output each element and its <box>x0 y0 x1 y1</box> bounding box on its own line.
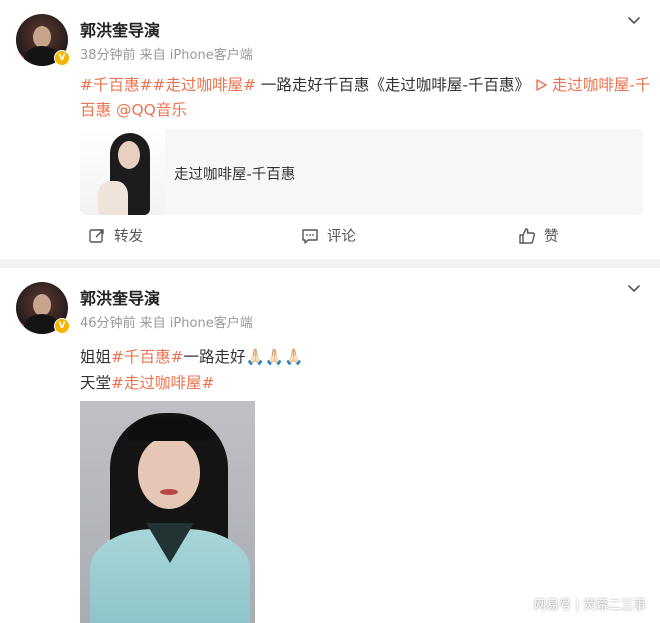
verified-badge-icon: V <box>54 318 70 334</box>
hashtag-link[interactable]: #千百惠# <box>80 76 152 94</box>
mention-link[interactable]: @QQ音乐 <box>111 101 187 119</box>
post-meta: 38分钟前 来自 iPhone客户端 <box>80 48 253 63</box>
comment-button[interactable]: 评论 <box>301 225 356 246</box>
post-text-line-2: 百惠 @QQ音乐 <box>80 98 187 120</box>
music-link[interactable]: 走过咖啡屋-千 <box>530 76 651 94</box>
music-card-title: 走过咖啡屋-千百惠 <box>174 167 296 183</box>
chevron-down-icon[interactable] <box>626 280 642 296</box>
post-meta: 46分钟前 来自 iPhone客户端 <box>80 316 253 331</box>
post-text: 一路走好 <box>183 348 246 366</box>
hashtag-link[interactable]: #走过咖啡屋# <box>152 76 255 94</box>
weibo-post-1: V 郭洪奎导演 38分钟前 来自 iPhone客户端 #千百惠##走过咖啡屋# … <box>0 0 660 259</box>
like-button[interactable]: 赞 <box>518 225 559 246</box>
verified-badge-icon: V <box>54 50 70 66</box>
play-triangle-icon <box>536 79 547 91</box>
hashtag-link[interactable]: #千百惠# <box>111 348 183 366</box>
post-text-line-2: 天堂#走过咖啡屋# <box>80 371 215 393</box>
repost-label: 转发 <box>114 229 143 245</box>
repost-icon <box>89 228 104 243</box>
weibo-post-2: V 郭洪奎导演 46分钟前 来自 iPhone客户端 姐姐#千百惠#一路走好🙏🏻… <box>0 268 660 623</box>
action-bar: 转发 评论 赞 <box>0 223 660 251</box>
repost-button[interactable]: 转发 <box>88 225 143 246</box>
hashtag-link[interactable]: #走过咖啡屋# <box>111 374 214 392</box>
music-link-continued[interactable]: 百惠 <box>80 101 111 119</box>
pray-emoji: 🙏🏻🙏🏻🙏🏻 <box>245 348 304 366</box>
album-cover-image <box>80 129 165 215</box>
post-text-line-1: #千百惠##走过咖啡屋# 一路走好千百惠《走过咖啡屋-千百惠》 走过咖啡屋-千 <box>80 73 651 95</box>
chevron-down-icon[interactable] <box>626 12 642 28</box>
post-text-line-1: 姐姐#千百惠#一路走好🙏🏻🙏🏻🙏🏻 <box>80 345 303 367</box>
watermark-brand: 网易号 <box>533 597 572 612</box>
post-text: 一路走好千百惠《走过咖啡屋-千百惠》 <box>255 76 530 94</box>
comment-icon <box>302 228 318 244</box>
watermark-channel: 荧幕二三事 <box>583 597 646 612</box>
author-name[interactable]: 郭洪奎导演 <box>80 285 160 309</box>
post-text: 天堂 <box>80 374 112 392</box>
post-text: 姐姐 <box>80 348 112 366</box>
like-label: 赞 <box>544 229 559 245</box>
watermark: 网易号 | 荧幕二三事 <box>533 597 646 612</box>
comment-label: 评论 <box>327 229 356 245</box>
music-card[interactable]: 走过咖啡屋-千百惠 <box>80 129 643 215</box>
post-photo[interactable] <box>80 401 255 623</box>
thumbs-up-icon <box>519 227 535 244</box>
author-name[interactable]: 郭洪奎导演 <box>80 17 160 41</box>
